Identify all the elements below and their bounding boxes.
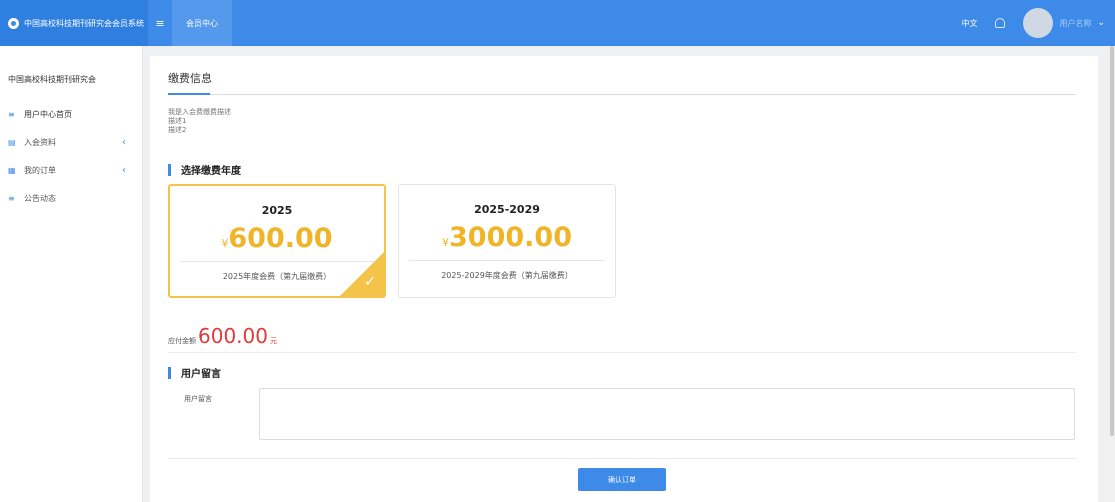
section-year-heading: 选择缴费年度 bbox=[168, 162, 241, 177]
top-bar: 中国高校科技期刊研究会会员系统 ≡ 会员中心 中文 用户名称 ⌄ bbox=[0, 0, 1115, 46]
list-icon: ≡ bbox=[8, 193, 15, 203]
section-title: 用户留言 bbox=[181, 369, 221, 380]
scrollbar-thumb[interactable] bbox=[1110, 46, 1114, 436]
sidebar-item-label: 我的订单 bbox=[24, 165, 56, 175]
sidebar-item-membership-info[interactable]: ▤ 入会资料 ‹ bbox=[0, 128, 142, 156]
sidebar-item-announcements[interactable]: ≡ 公告动态 bbox=[0, 184, 142, 212]
title-divider bbox=[168, 93, 1076, 95]
section-accent-bar bbox=[168, 366, 171, 379]
section-title: 选择缴费年度 bbox=[181, 166, 241, 177]
bell-icon[interactable] bbox=[995, 18, 1006, 28]
sidebar-item-label: 用户中心首页 bbox=[24, 109, 72, 119]
check-icon: ✓ bbox=[364, 274, 376, 290]
hamburger-icon[interactable]: ≡ bbox=[148, 17, 172, 30]
sidebar-item-label: 入会资料 bbox=[24, 137, 56, 147]
plan-price-value: 600.00 bbox=[228, 223, 333, 254]
brand-title: 中国高校科技期刊研究会会员系统 bbox=[24, 18, 144, 28]
plan-price: ¥600.00 bbox=[170, 223, 384, 254]
plan-card-2025-2029[interactable]: 2025-2029 ¥3000.00 2025-2029年度会费（第九届缴费） bbox=[398, 184, 616, 298]
avatar bbox=[1023, 8, 1054, 38]
sidebar: 中国高校科技期刊研究会 ≡ 用户中心首页 ▤ 入会资料 ‹ ▦ 我的订单 ‹ ≡… bbox=[0, 46, 143, 502]
plan-card-2025[interactable]: 2025 ¥600.00 2025年度会费（第九届缴费） ✓ bbox=[168, 184, 386, 298]
page-title: 缴费信息 bbox=[168, 72, 212, 85]
plan-name: 2025-2029年度会费（第九届缴费） bbox=[441, 271, 573, 280]
scrollbar[interactable] bbox=[1109, 46, 1115, 502]
logo-icon bbox=[8, 17, 19, 29]
brand[interactable]: 中国高校科技期刊研究会会员系统 bbox=[0, 0, 148, 46]
amount-label: 应付金额 bbox=[168, 337, 196, 345]
order-icon: ▦ bbox=[8, 165, 16, 175]
confirm-order-button[interactable]: 确认订单 bbox=[578, 468, 666, 491]
section-message-heading: 用户留言 bbox=[168, 365, 221, 380]
message-textarea[interactable] bbox=[259, 388, 1075, 440]
selected-corner bbox=[340, 252, 384, 296]
description-line: 描述2 bbox=[168, 126, 187, 134]
plan-year: 2025 bbox=[261, 204, 293, 217]
document-icon: ▤ bbox=[8, 137, 16, 147]
sidebar-item-my-orders[interactable]: ▦ 我的订单 ‹ bbox=[0, 156, 142, 184]
sidebar-org-name: 中国高校科技期刊研究会 bbox=[8, 75, 96, 84]
chevron-down-icon: ⌄ bbox=[1097, 18, 1105, 28]
sidebar-item-label: 公告动态 bbox=[24, 193, 56, 203]
list-icon: ≡ bbox=[8, 109, 15, 119]
plan-price: ¥3000.00 bbox=[399, 222, 615, 253]
language-switch[interactable]: 中文 bbox=[961, 18, 977, 29]
main-content: 缴费信息 我是入会费缴费描述 描述1 描述2 选择缴费年度 2025 ¥600.… bbox=[150, 56, 1098, 502]
description-line: 我是入会费缴费描述 bbox=[168, 108, 231, 116]
amount-value: 600.00 bbox=[198, 324, 268, 348]
amount-due: 应付金额 600.00 元 bbox=[168, 324, 277, 348]
footer-divider bbox=[168, 458, 1076, 459]
plan-divider bbox=[409, 260, 605, 261]
plan-price-value: 3000.00 bbox=[449, 222, 572, 253]
tab-member-center[interactable]: 会员中心 bbox=[172, 0, 232, 46]
description-line: 描述1 bbox=[168, 117, 187, 125]
user-name: 用户名称 bbox=[1059, 18, 1092, 28]
payment-description: 我是入会费缴费描述 描述1 描述2 bbox=[168, 108, 231, 135]
message-label: 用户留言 bbox=[184, 395, 212, 403]
section-accent-bar bbox=[168, 163, 171, 176]
currency-symbol: ¥ bbox=[442, 236, 449, 249]
user-menu[interactable]: 用户名称 ⌄ bbox=[1023, 8, 1105, 38]
section-divider bbox=[168, 352, 1076, 353]
chevron-left-icon: ‹ bbox=[122, 136, 126, 148]
sidebar-item-home[interactable]: ≡ 用户中心首页 bbox=[0, 100, 142, 128]
chevron-left-icon: ‹ bbox=[122, 164, 126, 176]
plan-year: 2025-2029 bbox=[474, 203, 540, 216]
amount-unit: 元 bbox=[269, 337, 277, 345]
